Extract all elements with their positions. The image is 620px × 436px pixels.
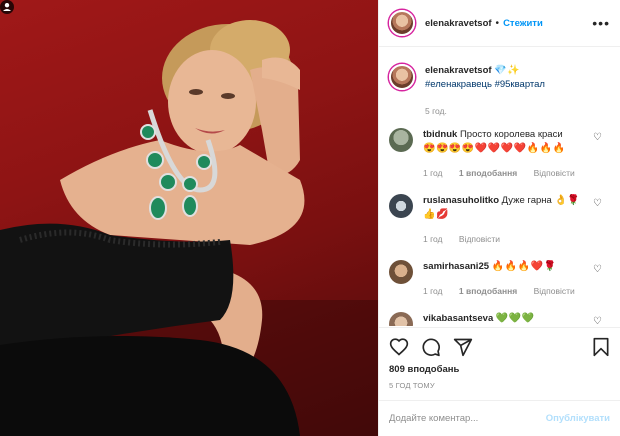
comment-time: 1 год (423, 168, 443, 178)
comment-text: Просто королева краси (459, 129, 563, 140)
comment-avatar[interactable] (389, 312, 413, 326)
share-icon[interactable] (453, 337, 473, 357)
comment-item: samirhasani25 🔥🔥🔥❤️🌹 1 год 1 вподобання … (389, 260, 610, 298)
comment-like-icon[interactable]: ♡ (593, 316, 602, 326)
post-side-panel: elenakravetsof • Стежити ••• elenakravet… (378, 0, 620, 436)
comment-username[interactable]: samirhasani25 (423, 261, 489, 272)
post-photo[interactable] (0, 0, 378, 436)
add-comment-bar: Опублікувати (379, 400, 620, 436)
post-time-ago: 5 ГОД ТОМУ (389, 381, 435, 390)
caption-username[interactable]: elenakravetsof (425, 65, 492, 76)
comment-item: tbidnuk Просто королева краси 😍😍😍😍❤️❤️❤️… (389, 128, 610, 180)
comment-likes[interactable]: 1 вподобання (459, 286, 517, 296)
user-tag-icon[interactable] (0, 0, 14, 14)
portrait-illustration (0, 20, 378, 436)
comment-username[interactable]: ruslanasuholitko (423, 195, 499, 206)
comment-avatar[interactable] (389, 260, 413, 284)
author-avatar[interactable] (389, 10, 415, 36)
separator-dot: • (495, 17, 500, 29)
comment-avatar[interactable] (389, 128, 413, 152)
add-comment-input[interactable] (389, 413, 546, 424)
post-header: elenakravetsof • Стежити ••• (379, 0, 620, 47)
caption-time: 5 год. (425, 106, 447, 116)
comment-emojis: 💚💚💚 (495, 313, 535, 324)
post-actions: 809 вподобань 5 ГОД ТОМУ (379, 327, 620, 390)
comment-text: Дуже гарна (501, 195, 552, 206)
caption-avatar[interactable] (389, 64, 415, 90)
comment-time: 1 год (423, 234, 443, 244)
comment-emojis: 🔥🔥🔥❤️🌹 (491, 261, 557, 272)
reply-button[interactable]: Відповісти (534, 286, 575, 296)
more-horizontal-icon[interactable]: ••• (592, 15, 610, 31)
comment-like-icon[interactable]: ♡ (593, 132, 602, 143)
post-caption: elenakravetsof 💎✨ #еленакравець #95кварт… (389, 64, 610, 92)
comment-likes[interactable]: 1 вподобання (459, 168, 517, 178)
comment-item: ruslanasuholitko Дуже гарна 👌🌹👍💋 1 год В… (389, 194, 610, 246)
comment-emojis: 😍😍😍😍❤️❤️❤️❤️🔥🔥🔥 (423, 143, 566, 154)
comments-list[interactable]: elenakravetsof 💎✨ #еленакравець #95кварт… (379, 48, 620, 326)
bookmark-icon[interactable] (592, 337, 610, 357)
comment-like-icon[interactable]: ♡ (593, 198, 602, 209)
caption-hashtags[interactable]: #еленакравець #95квартал (425, 79, 545, 90)
comment-icon[interactable] (421, 337, 441, 357)
comment-username[interactable]: tbidnuk (423, 129, 457, 140)
reply-button[interactable]: Відповісти (459, 234, 500, 244)
comment-like-icon[interactable]: ♡ (593, 264, 602, 275)
likes-count[interactable]: 809 вподобань (389, 364, 610, 375)
follow-button[interactable]: Стежити (503, 18, 543, 29)
like-heart-icon[interactable] (389, 337, 409, 357)
reply-button[interactable]: Відповісти (534, 168, 575, 178)
post-comment-button[interactable]: Опублікувати (546, 413, 610, 424)
comment-username[interactable]: vikabasantseva (423, 313, 493, 324)
comment-item: vikabasantseva 💚💚💚 ♡ (389, 312, 610, 326)
comment-avatar[interactable] (389, 194, 413, 218)
caption-emojis: 💎✨ (494, 65, 521, 76)
comment-time: 1 год (423, 286, 443, 296)
author-username[interactable]: elenakravetsof (425, 18, 492, 29)
